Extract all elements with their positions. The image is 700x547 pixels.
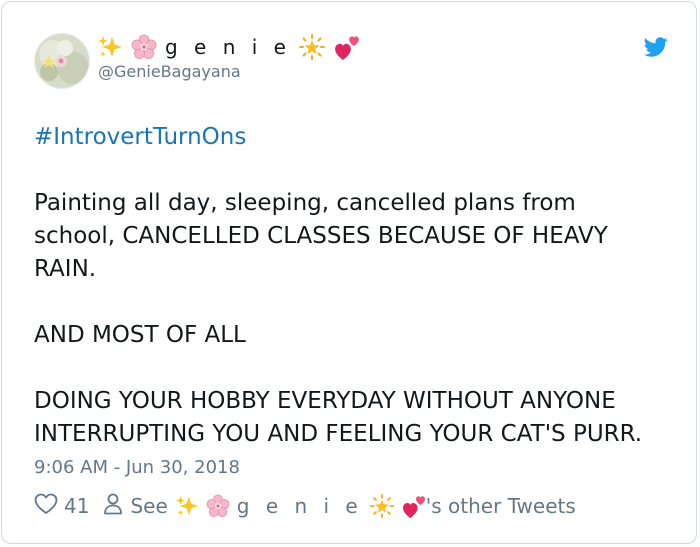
glowing-star-icon bbox=[369, 494, 394, 518]
like-count: 41 bbox=[64, 494, 90, 518]
tweet-line: AND MOST OF ALL bbox=[34, 322, 246, 348]
tweet-paragraph-2: AND MOST OF ALL bbox=[34, 319, 246, 352]
cherry-blossom-icon bbox=[131, 34, 157, 60]
see-author-name: g e n i e bbox=[236, 494, 363, 518]
two-hearts-icon bbox=[333, 34, 359, 60]
see-suffix-text: 's other Tweets bbox=[425, 494, 576, 518]
tweet-line: RAIN. bbox=[34, 256, 97, 282]
author-name-row[interactable]: g e n i e bbox=[97, 32, 359, 62]
tweet-timestamp[interactable]: 9:06 AM - Jun 30, 2018 bbox=[34, 457, 240, 478]
tweet-paragraph-3: DOING YOUR HOBBY EVERYDAY WITHOUT ANYONE… bbox=[34, 385, 642, 451]
see-prefix-text: See bbox=[130, 494, 168, 518]
tweet-actions: 41 See g e n i e 's other Tweets bbox=[34, 489, 576, 523]
display-name: g e n i e bbox=[165, 35, 291, 59]
twitter-bird-icon[interactable] bbox=[643, 35, 669, 59]
tweet-card: g e n i e @GenieBagayana #IntrovertTurnO… bbox=[1, 1, 697, 544]
author-handle[interactable]: @GenieBagayana bbox=[98, 62, 241, 81]
hashtag-link[interactable]: #IntrovertTurnOns bbox=[34, 124, 246, 150]
two-hearts-icon bbox=[401, 494, 425, 519]
tweet-line: DOING YOUR HOBBY EVERYDAY WITHOUT ANYONE bbox=[34, 388, 616, 414]
like-button[interactable]: 41 bbox=[34, 493, 89, 520]
sparkles-icon bbox=[97, 34, 123, 60]
glowing-star-icon bbox=[298, 34, 325, 60]
see-other-tweets-link[interactable]: See g e n i e 's other Tweets bbox=[103, 493, 576, 520]
tweet-line: Painting all day, sleeping, cancelled pl… bbox=[34, 190, 576, 216]
tweet-line: INTERRUPTING YOU AND FEELING YOUR CAT'S … bbox=[34, 421, 643, 447]
cherry-blossom-icon bbox=[206, 494, 230, 518]
person-outline-icon bbox=[103, 493, 123, 520]
tweet-line: school, CANCELLED CLASSES BECAUSE OF HEA… bbox=[34, 223, 608, 249]
tweet-paragraph-1: Painting all day, sleeping, cancelled pl… bbox=[34, 187, 608, 286]
sparkles-icon bbox=[175, 494, 199, 518]
avatar[interactable] bbox=[34, 33, 90, 89]
heart-outline-icon bbox=[34, 493, 58, 520]
